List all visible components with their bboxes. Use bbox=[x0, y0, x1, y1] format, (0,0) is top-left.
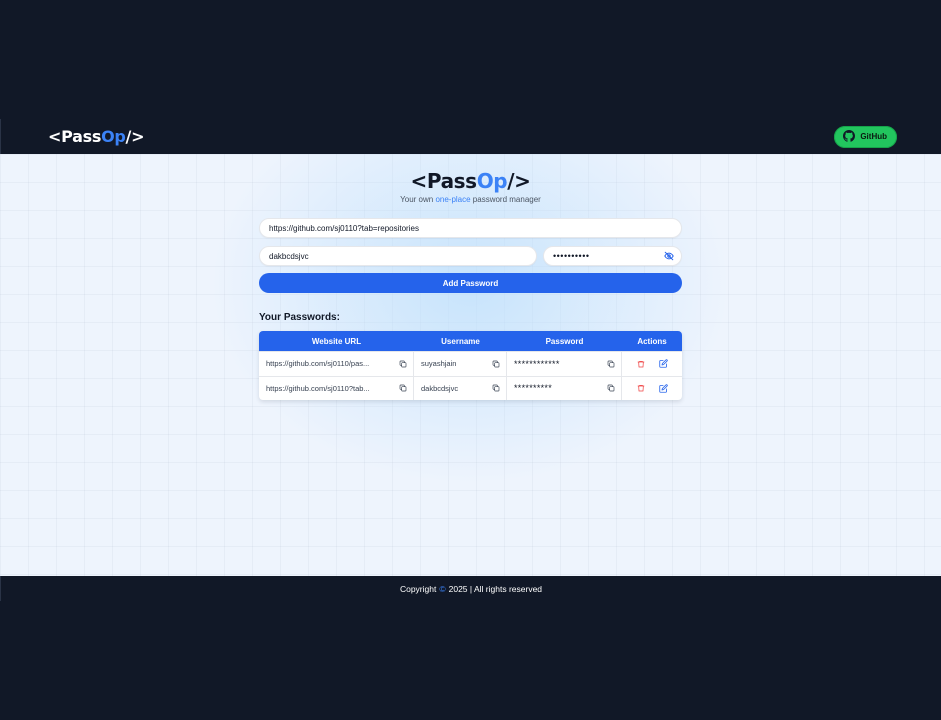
github-label: GitHub bbox=[860, 132, 887, 141]
actions-cell bbox=[622, 352, 682, 376]
username-cell: dakbcdsjvc bbox=[414, 376, 507, 400]
username-input[interactable]: dakbcdsjvc bbox=[259, 246, 537, 266]
title-open: <Pass bbox=[410, 169, 478, 193]
actions-cell bbox=[622, 377, 682, 401]
copyright-icon: © bbox=[439, 583, 446, 594]
navbar-logo[interactable]: <PassOp/> bbox=[48, 127, 144, 146]
subtitle-post: password manager bbox=[470, 195, 541, 204]
copy-icon[interactable] bbox=[399, 360, 407, 368]
add-password-button[interactable]: Add Password bbox=[259, 273, 682, 293]
logo-text-close: /> bbox=[125, 127, 145, 146]
copy-icon[interactable] bbox=[492, 360, 500, 368]
column-header-password: Password bbox=[545, 336, 584, 346]
url-cell: https://github.com/sj0110/pas... bbox=[259, 352, 414, 376]
username-cell: suyashjain bbox=[414, 352, 507, 376]
password-cell: ************ bbox=[507, 352, 622, 376]
column-header-username: Username bbox=[441, 336, 480, 346]
table-header: Website URL Username Password Actions bbox=[259, 331, 682, 351]
copy-icon[interactable] bbox=[607, 360, 615, 368]
subtitle-accent: one-place bbox=[435, 195, 471, 204]
column-header-url: Website URL bbox=[311, 336, 362, 346]
table-row: https://github.com/sj0110/pas... suyashj… bbox=[259, 351, 682, 376]
website-url-input[interactable]: https://github.com/sj0110?tab=repositori… bbox=[259, 218, 682, 238]
eye-off-icon[interactable] bbox=[664, 251, 674, 261]
url-link[interactable]: https://github.com/sj0110?tab... bbox=[266, 384, 370, 393]
username-text: suyashjain bbox=[421, 359, 457, 369]
delete-icon[interactable] bbox=[637, 360, 645, 368]
logo-text-open: <Pass bbox=[48, 127, 102, 146]
password-input[interactable]: •••••••••• bbox=[543, 246, 682, 266]
password-text: ************ bbox=[514, 358, 560, 369]
password-value: •••••••••• bbox=[553, 251, 590, 261]
subtitle-pre: Your own bbox=[400, 195, 436, 204]
main-content: <PassOp/> Your own one-place password ma… bbox=[0, 154, 941, 576]
copy-icon[interactable] bbox=[607, 384, 615, 392]
footer: Copyright © 2025 | All rights reserved bbox=[0, 576, 941, 601]
add-password-label: Add Password bbox=[442, 278, 499, 288]
navbar: <PassOp/> GitHub bbox=[0, 119, 941, 154]
copy-icon[interactable] bbox=[399, 384, 407, 392]
username-text: dakbcdsjvc bbox=[421, 383, 459, 393]
username-value: dakbcdsjvc bbox=[269, 251, 309, 261]
url-link[interactable]: https://github.com/sj0110/pas... bbox=[266, 359, 369, 368]
copy-icon[interactable] bbox=[492, 384, 500, 392]
page-title: <PassOp/> bbox=[0, 169, 941, 193]
website-url-value: https://github.com/sj0110?tab=repositori… bbox=[269, 223, 419, 233]
password-text: ********** bbox=[514, 383, 553, 394]
footer-rights-text: 2025 | All rights reserved bbox=[448, 583, 543, 594]
title-accent: Op bbox=[476, 169, 508, 193]
delete-icon[interactable] bbox=[637, 384, 645, 392]
table-row: https://github.com/sj0110?tab... dakbcds… bbox=[259, 375, 682, 401]
url-cell: https://github.com/sj0110?tab... bbox=[259, 376, 414, 400]
password-cell: ********** bbox=[507, 376, 622, 400]
page-subtitle: Your own one-place password manager bbox=[0, 195, 941, 204]
logo-text-accent: Op bbox=[101, 127, 126, 146]
github-icon bbox=[843, 129, 856, 144]
title-close: /> bbox=[507, 169, 531, 193]
edit-icon[interactable] bbox=[658, 359, 668, 368]
edit-icon[interactable] bbox=[658, 384, 668, 393]
column-header-actions: Actions bbox=[637, 336, 667, 346]
passwords-table: Website URL Username Password Actions ht… bbox=[259, 331, 682, 400]
footer-copyright-text: Copyright bbox=[399, 583, 437, 594]
github-button[interactable]: GitHub bbox=[834, 125, 897, 148]
passwords-heading: Your Passwords: bbox=[259, 312, 340, 323]
